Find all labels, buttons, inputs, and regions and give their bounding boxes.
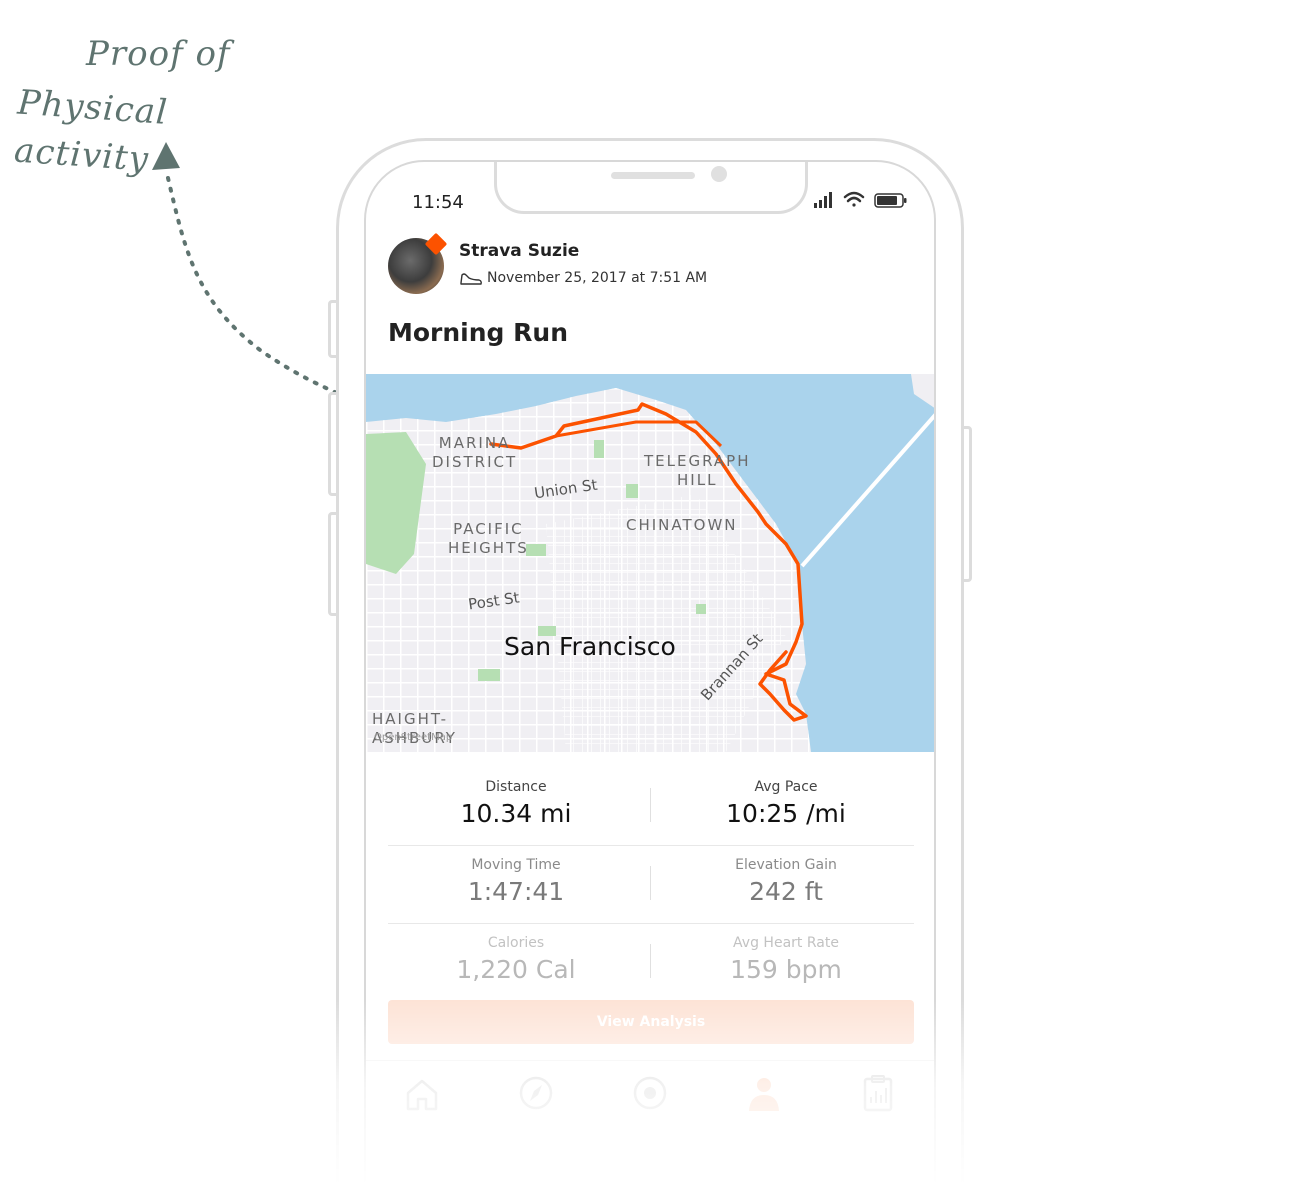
home-icon[interactable]	[402, 1073, 442, 1113]
premium-badge-icon	[424, 232, 448, 256]
training-log-icon[interactable]	[858, 1073, 898, 1113]
activity-date: November 25, 2017 at 7:51 AM	[487, 270, 708, 286]
annotation-line-1: Proof of	[86, 34, 231, 74]
map-label-telegraph: TELEGRAPH HILL	[644, 452, 751, 489]
map-city-label: San Francisco	[504, 632, 676, 661]
stat-elevation-gain: Elevation Gain 242 ft	[658, 846, 914, 906]
stat-value: 1:47:41	[467, 877, 565, 906]
map-attribution[interactable]: OpenStreetMap	[374, 732, 452, 743]
stat-moving-time: Moving Time 1:47:41	[388, 846, 644, 906]
activity-header: Strava Suzie November 25, 2017 at 7:51 A…	[388, 232, 908, 298]
stat-avg-heart-rate: Avg Heart Rate 159 bpm	[658, 924, 914, 984]
stat-value: 1,220 Cal	[456, 955, 576, 984]
profile-icon[interactable]	[744, 1073, 784, 1113]
map-label-chinatown: CHINATOWN	[626, 516, 738, 534]
map-canvas	[366, 374, 934, 752]
activity-stats: Distance 10.34 mi Avg Pace 10:25 /mi Mov…	[388, 768, 914, 1001]
record-icon[interactable]	[630, 1073, 670, 1113]
stat-label: Avg Pace	[754, 779, 818, 795]
annotation-callout: Proof of Physical activity	[10, 30, 310, 180]
explore-icon[interactable]	[516, 1073, 556, 1113]
view-analysis-button[interactable]: View Analysis	[388, 1000, 914, 1044]
shoe-icon	[460, 273, 482, 285]
stat-value: 242 ft	[749, 877, 823, 906]
stat-label: Distance	[485, 779, 547, 795]
stat-value: 159 bpm	[730, 955, 842, 984]
stat-value: 10.34 mi	[460, 799, 572, 828]
stat-label: Avg Heart Rate	[733, 935, 839, 951]
stat-value: 10:25 /mi	[726, 799, 846, 828]
stat-label: Moving Time	[471, 857, 561, 873]
phone-speaker	[611, 172, 695, 179]
phone-notch	[494, 162, 808, 214]
status-time: 11:54	[412, 192, 464, 213]
route-map[interactable]: MARINA DISTRICT TELEGRAPH HILL PACIFIC H…	[366, 374, 934, 752]
phone-camera	[711, 166, 727, 182]
athlete-name[interactable]: Strava Suzie	[459, 241, 579, 261]
status-icons	[814, 191, 907, 208]
activity-title: Morning Run	[388, 318, 568, 347]
phone-screen: 11:54 Strava Suzie November 25, 2017 at …	[364, 160, 936, 1186]
stat-label: Elevation Gain	[735, 857, 837, 873]
map-label-pacific: PACIFIC HEIGHTS	[448, 520, 529, 557]
stat-distance: Distance 10.34 mi	[388, 768, 644, 828]
stat-divider	[650, 866, 651, 900]
battery-icon	[874, 193, 907, 208]
stat-divider	[650, 788, 651, 822]
wifi-icon	[843, 191, 865, 207]
map-label-marina: MARINA DISTRICT	[432, 434, 518, 471]
tab-bar	[366, 1060, 934, 1131]
signal-icon	[814, 192, 832, 208]
stat-avg-pace: Avg Pace 10:25 /mi	[658, 768, 914, 828]
stat-label: Calories	[487, 935, 545, 951]
stat-calories: Calories 1,220 Cal	[388, 924, 644, 984]
annotation-line-2: Physical activity	[12, 82, 170, 180]
stats-row: Moving Time 1:47:41 Elevation Gain 242 f…	[388, 846, 914, 924]
stat-divider	[650, 944, 651, 978]
stats-row: Calories 1,220 Cal Avg Heart Rate 159 bp…	[388, 924, 914, 1001]
stats-row: Distance 10.34 mi Avg Pace 10:25 /mi	[388, 768, 914, 846]
avatar[interactable]	[388, 232, 448, 294]
